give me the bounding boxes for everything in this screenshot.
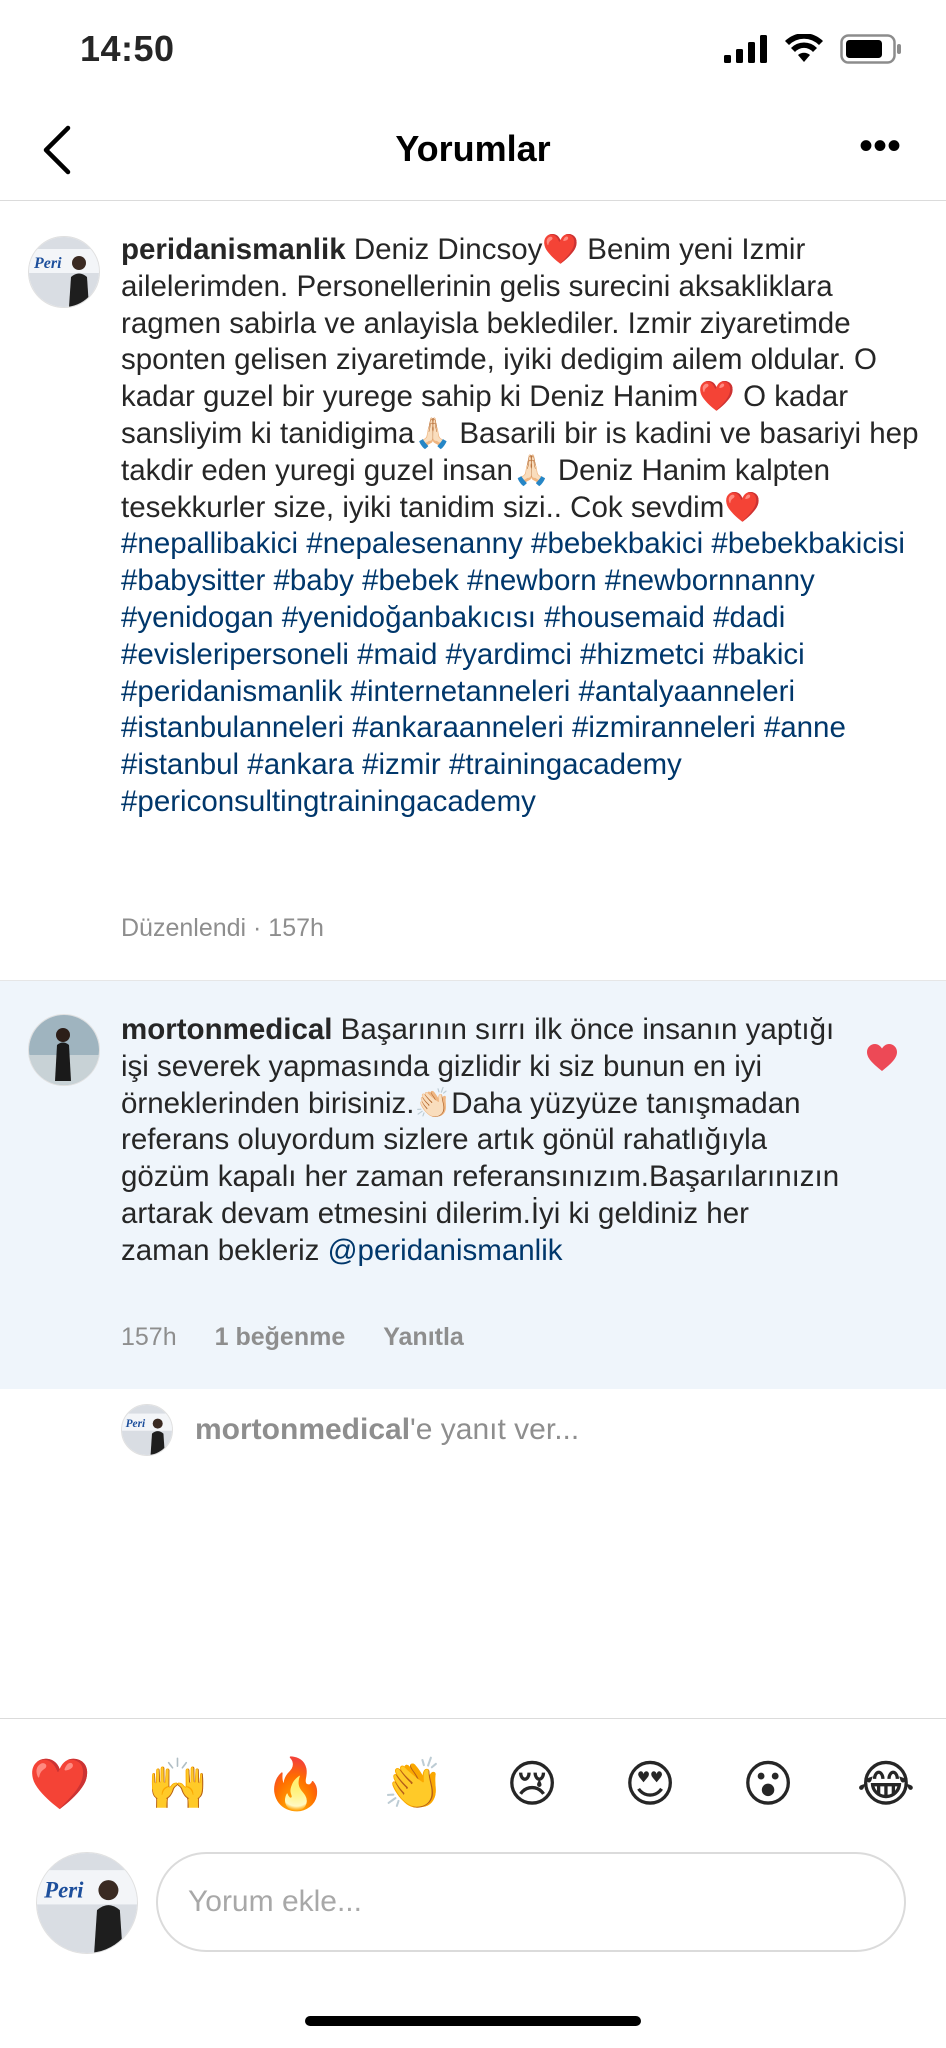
reaction-raising-hands[interactable]: 🙌 [146, 1752, 210, 1816]
reaction-fire[interactable]: 🔥 [264, 1752, 328, 1816]
battery-icon [840, 34, 901, 64]
comment-avatar[interactable] [28, 1014, 100, 1086]
home-indicator [305, 2016, 641, 2026]
comment-likes-link[interactable]: 1 beğenme [215, 1323, 346, 1352]
svg-text:Peri: Peri [33, 255, 62, 272]
composer-avatar: Peri [36, 1852, 138, 1954]
comment-time: 157h [121, 1323, 177, 1351]
status-icons [724, 34, 902, 64]
reply-button[interactable]: Yanıtla [383, 1323, 464, 1352]
reaction-surprised[interactable]: 😮 [736, 1752, 800, 1816]
profile-picture-icon: Peri [122, 1405, 172, 1455]
profile-picture-icon: Peri [37, 1853, 137, 1953]
profile-picture-icon [29, 1015, 99, 1085]
comment-mention[interactable]: @peridanismanlik [328, 1234, 563, 1267]
comment-meta-row: 157h 1 beğenme Yanıtla [121, 1323, 464, 1352]
caption-meta: Düzenlendi · 157h [121, 914, 324, 942]
svg-text:Peri: Peri [126, 1418, 146, 1430]
profile-picture-icon: Peri [29, 237, 99, 307]
reply-prompt-username: mortonmedical [195, 1413, 411, 1446]
caption-text: peridanismanlik Deniz Dincsoy❤️ Benim ye… [121, 232, 921, 821]
more-options-button[interactable]: ••• [850, 126, 910, 174]
comment-username[interactable]: mortonmedical [121, 1013, 332, 1046]
liked-heart-icon[interactable] [866, 1043, 898, 1073]
page-title: Yorumlar [395, 128, 551, 169]
reply-prompt-suffix: 'e yanıt ver... [410, 1413, 580, 1446]
quick-reactions: ❤️ 🙌 🔥 👏 😢 😍 😮 😂 [28, 1752, 918, 1816]
reply-prompt[interactable]: Peri mortonmedical'e yanıt ver... [121, 1404, 579, 1456]
svg-text:Peri: Peri [43, 1877, 84, 1902]
wifi-icon [785, 34, 823, 62]
nav-header: Yorumlar ••• [0, 100, 946, 201]
reaction-clapping[interactable]: 👏 [382, 1752, 446, 1816]
reaction-laughing[interactable]: 😂 [854, 1752, 918, 1816]
reaction-heart[interactable]: ❤️ [28, 1752, 92, 1816]
caption-body: Deniz Dincsoy❤️ Benim yeni Izmir aileler… [121, 233, 919, 524]
comment-body: Başarının sırrı ilk önce insanın yaptığı… [121, 1013, 840, 1267]
cellular-signal-icon [724, 35, 767, 63]
caption-username[interactable]: peridanismanlik [121, 233, 346, 266]
caption-hashtags[interactable]: #nepallibakici #nepalesenanny #bebekbaki… [121, 527, 905, 818]
reply-prompt-text[interactable]: mortonmedical'e yanıt ver... [195, 1413, 579, 1447]
reply-avatar: Peri [121, 1404, 173, 1456]
reaction-heart-eyes[interactable]: 😍 [618, 1752, 682, 1816]
reaction-crying[interactable]: 😢 [500, 1752, 564, 1816]
status-time: 14:50 [80, 28, 175, 69]
status-bar: 14:50 [0, 0, 946, 100]
caption-avatar[interactable]: Peri [28, 236, 100, 308]
comment-input[interactable] [156, 1852, 906, 1952]
comment-text: mortonmedical Başarının sırrı ilk önce i… [121, 1012, 841, 1270]
